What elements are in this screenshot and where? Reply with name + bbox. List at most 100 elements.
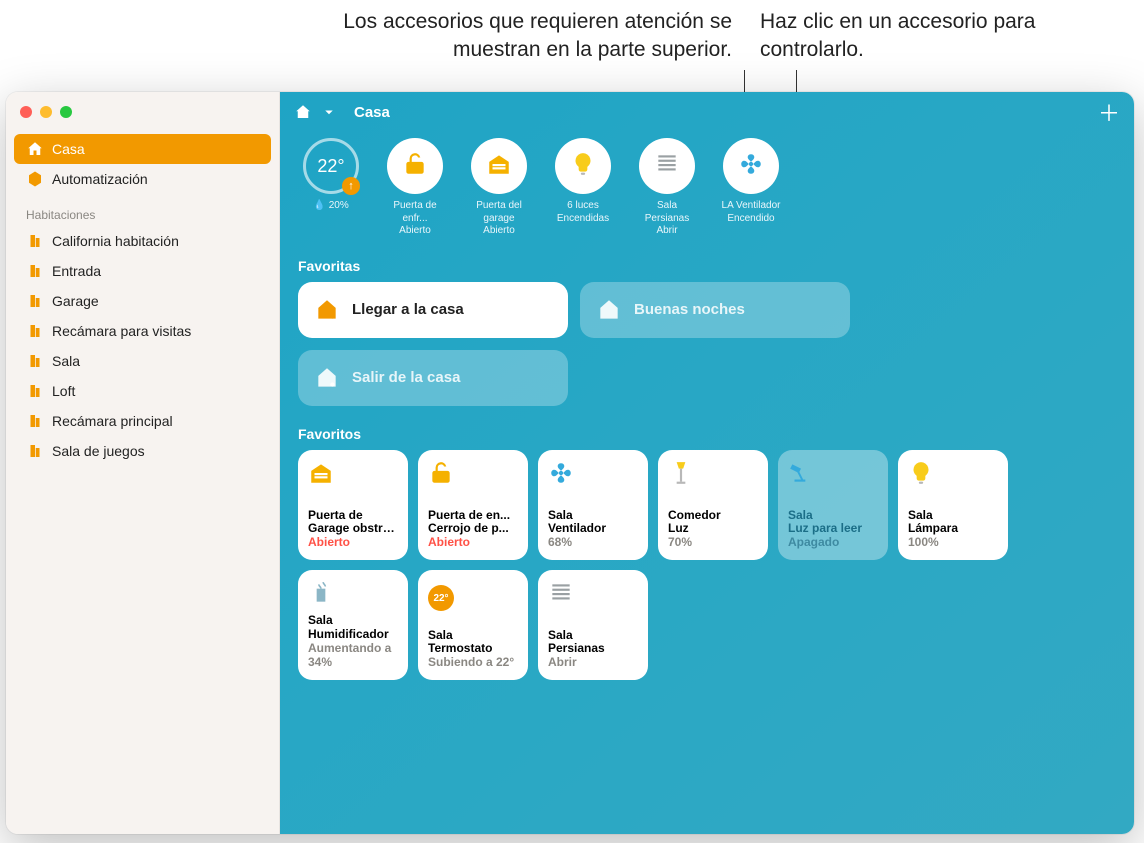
tile-lamp[interactable]: SalaLámpara100% xyxy=(898,450,1008,560)
scene-label: Llegar a la casa xyxy=(352,301,464,318)
tile-name: Termostato xyxy=(428,642,518,655)
tile-garage-door[interactable]: Puerta deGarage obstruida.Abierto xyxy=(298,450,408,560)
arrow-up-icon: ↑ xyxy=(342,177,360,195)
sidebar-room-visitas[interactable]: Recámara para visitas xyxy=(14,316,271,346)
floor-lamp-icon xyxy=(668,460,694,493)
tile-state: Aumentando a 34% xyxy=(308,641,398,670)
tile-state: Apagado xyxy=(788,535,878,549)
annotation-attention: Los accesorios que requieren atención se… xyxy=(252,8,732,65)
home-nav-icon[interactable] xyxy=(294,103,312,121)
status-sub: Encendido xyxy=(727,213,774,224)
lock-open-icon xyxy=(402,151,428,181)
main-content: Casa ＋ 22° ↑ 💧 20% Puerta de enfr...Abie… xyxy=(280,92,1134,834)
sidebar-room-principal[interactable]: Recámara principal xyxy=(14,406,271,436)
tile-state: Abierto xyxy=(308,535,398,549)
sidebar-room-loft[interactable]: Loft xyxy=(14,376,271,406)
tile-room: Comedor xyxy=(668,509,758,522)
tile-name: Persianas xyxy=(548,642,638,655)
status-sub: Abierto xyxy=(399,225,431,236)
leave-home-icon xyxy=(314,365,340,391)
sidebar-room-label: California habitación xyxy=(52,233,179,249)
sidebar-item-label: Automatización xyxy=(52,171,148,187)
add-button[interactable]: ＋ xyxy=(1098,96,1120,128)
tile-thermostat[interactable]: 22° SalaTermostatoSubiendo a 22° xyxy=(418,570,528,680)
tile-room: Puerta de en... xyxy=(428,509,518,522)
status-sub: Abierto xyxy=(483,225,515,236)
tile-name: Cerrojo de p... xyxy=(428,522,518,535)
tile-room: Sala xyxy=(548,629,638,642)
tile-name: Ventilador xyxy=(548,522,638,535)
tile-state: 68% xyxy=(548,535,638,549)
blinds-icon xyxy=(654,151,680,181)
tile-name: Luz xyxy=(668,522,758,535)
garage-icon xyxy=(308,460,334,493)
tile-fan[interactable]: SalaVentilador68% xyxy=(538,450,648,560)
page-title: Casa xyxy=(354,104,390,121)
sidebar: Casa Automatización Habitaciones Califor… xyxy=(6,92,280,834)
tile-reading-light[interactable]: SalaLuz para leerApagado xyxy=(778,450,888,560)
tile-room: Puerta de xyxy=(308,509,398,522)
status-temperature[interactable]: 22° ↑ 💧 20% xyxy=(298,138,364,238)
status-lights[interactable]: 6 luces Encendidas xyxy=(550,138,616,238)
tile-state: Abierto xyxy=(428,535,518,549)
home-icon xyxy=(26,140,44,158)
tile-name: Lámpara xyxy=(908,522,998,535)
sidebar-item-automation[interactable]: Automatización xyxy=(14,164,271,194)
status-door[interactable]: Puerta de enfr...Abierto xyxy=(382,138,448,238)
fan-icon xyxy=(738,151,764,181)
status-label: Puerta de enfr... xyxy=(393,200,436,224)
room-icon xyxy=(26,232,44,250)
sidebar-room-label: Garage xyxy=(52,293,99,309)
room-icon xyxy=(26,292,44,310)
close-button[interactable] xyxy=(20,106,32,118)
room-icon xyxy=(26,262,44,280)
scene-good-night[interactable]: Buenas noches xyxy=(580,282,850,338)
tile-state: 70% xyxy=(668,535,758,549)
minimize-button[interactable] xyxy=(40,106,52,118)
tile-room: Sala xyxy=(788,509,878,522)
zoom-button[interactable] xyxy=(60,106,72,118)
status-garage[interactable]: Puerta del garageAbierto xyxy=(466,138,532,238)
humidifier-icon xyxy=(308,580,334,613)
tile-comedor-light[interactable]: ComedorLuz70% xyxy=(658,450,768,560)
sidebar-room-label: Recámara principal xyxy=(52,413,173,429)
status-label: 6 luces xyxy=(567,200,599,211)
tile-state: 100% xyxy=(908,535,998,549)
sidebar-room-label: Sala de juegos xyxy=(52,443,145,459)
window-controls xyxy=(6,92,279,128)
favorites-grid: Puerta deGarage obstruida.Abierto Puerta… xyxy=(280,450,1134,680)
status-fan[interactable]: LA VentiladorEncendido xyxy=(718,138,784,238)
sidebar-room-juegos[interactable]: Sala de juegos xyxy=(14,436,271,466)
sidebar-item-home[interactable]: Casa xyxy=(14,134,271,164)
tile-state: Subiendo a 22° xyxy=(428,655,518,669)
tile-name: Humidificador xyxy=(308,628,398,641)
status-row: 22° ↑ 💧 20% Puerta de enfr...Abierto Pue… xyxy=(280,132,1134,238)
tile-room: Sala xyxy=(548,509,638,522)
status-label: Puerta del garage xyxy=(476,200,522,224)
tile-door-lock[interactable]: Puerta de en...Cerrojo de p...Abierto xyxy=(418,450,528,560)
status-sub: Encendidas xyxy=(557,213,609,224)
bulb-icon xyxy=(570,151,596,181)
scene-label: Salir de la casa xyxy=(352,369,460,386)
automation-icon xyxy=(26,170,44,188)
sidebar-room-garage[interactable]: Garage xyxy=(14,286,271,316)
scene-arrive-home[interactable]: Llegar a la casa xyxy=(298,282,568,338)
bulb-icon xyxy=(908,460,934,493)
room-icon xyxy=(26,352,44,370)
room-icon xyxy=(26,322,44,340)
status-blinds[interactable]: Sala PersianasAbrir xyxy=(634,138,700,238)
tile-humidifier[interactable]: SalaHumidificadorAumentando a 34% xyxy=(298,570,408,680)
tile-blinds[interactable]: SalaPersianasAbrir xyxy=(538,570,648,680)
sidebar-room-sala[interactable]: Sala xyxy=(14,346,271,376)
status-sub: Abrir xyxy=(656,225,677,236)
chevron-down-icon[interactable] xyxy=(320,103,338,121)
status-label: Sala Persianas xyxy=(645,200,689,224)
sidebar-room-entrada[interactable]: Entrada xyxy=(14,256,271,286)
tile-name: Garage obstruida. xyxy=(308,522,398,535)
thermostat-icon: 22° xyxy=(428,580,454,612)
humidity-value: 20% xyxy=(329,200,349,213)
home-app-window: Casa Automatización Habitaciones Califor… xyxy=(6,92,1134,834)
room-icon xyxy=(26,412,44,430)
scene-leave-home[interactable]: Salir de la casa xyxy=(298,350,568,406)
sidebar-room-california[interactable]: California habitación xyxy=(14,226,271,256)
